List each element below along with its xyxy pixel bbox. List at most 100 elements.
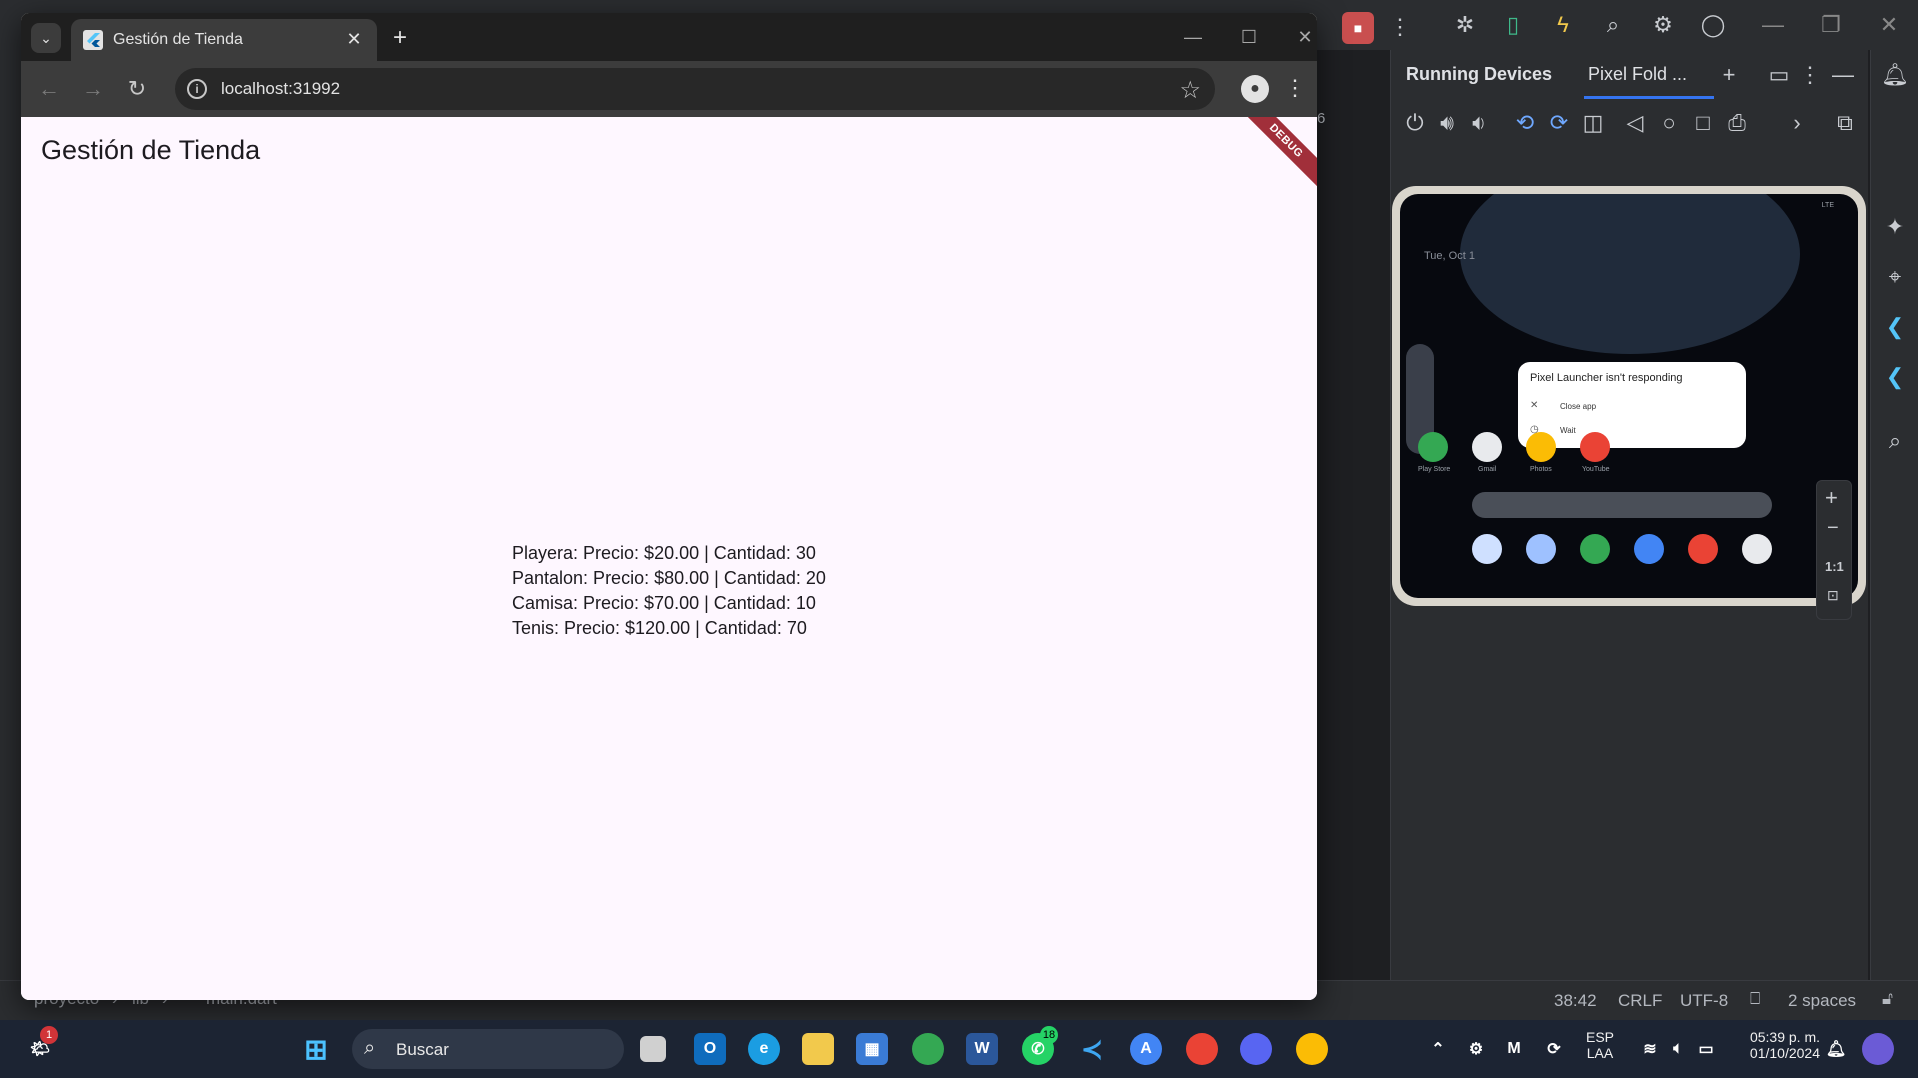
taskbar-search[interactable]: ⌕ Buscar	[352, 1029, 624, 1069]
power-icon[interactable]: ⏻	[1402, 110, 1428, 136]
cursor-position[interactable]: 38:42	[1554, 991, 1597, 1011]
line-separator[interactable]: CRLF	[1618, 991, 1662, 1011]
device-manager-icon[interactable]: ▯	[1500, 12, 1526, 38]
volume-down-icon[interactable]: 🔉︎	[1466, 110, 1492, 136]
flutter-performance-icon[interactable]: ❮	[1882, 364, 1908, 390]
volume-up-icon[interactable]: 🔊︎	[1434, 110, 1460, 136]
photos-icon[interactable]	[1526, 432, 1556, 462]
zoom-out-icon[interactable]: −	[1827, 517, 1839, 540]
forward-arrow-icon[interactable]: →	[79, 75, 107, 103]
bookmark-star-icon[interactable]: ☆	[1179, 76, 1201, 105]
chrome-profile-icon[interactable]	[1186, 1033, 1218, 1065]
ide-restore-icon[interactable]: ❐	[1818, 12, 1844, 38]
debug-icon[interactable]: ✲	[1452, 12, 1478, 38]
youtube-icon[interactable]	[1580, 432, 1610, 462]
start-menu-icon[interactable]: ⊞	[300, 1033, 332, 1065]
hot-reload-icon[interactable]: ϟ	[1550, 12, 1576, 38]
device-tab[interactable]: Pixel Fold ...	[1588, 64, 1687, 85]
stop-icon[interactable]: ■	[1342, 12, 1374, 44]
inspector-icon[interactable]: ⌖	[1882, 264, 1908, 290]
gemini-icon[interactable]: ✦	[1882, 214, 1908, 240]
close-tab-icon[interactable]: ✕	[343, 28, 365, 50]
notification-bell-icon[interactable]: 🔔︎	[1820, 1033, 1852, 1065]
fold-icon[interactable]: ◫	[1580, 110, 1606, 136]
wait-option[interactable]: Wait	[1560, 426, 1576, 435]
play-icon[interactable]	[1634, 534, 1664, 564]
indent-setting[interactable]: 2 spaces	[1788, 991, 1856, 1011]
tab-search-button[interactable]: ⌄	[31, 23, 61, 53]
active-tab[interactable]: Gestión de Tienda ✕	[71, 19, 377, 61]
device-search-bar[interactable]	[1472, 492, 1772, 518]
zoom-fit-icon[interactable]: ⊡	[1827, 587, 1839, 604]
add-device-icon[interactable]: +	[1716, 62, 1742, 88]
android-studio-icon[interactable]: A	[1130, 1033, 1162, 1065]
language-indicator[interactable]: ESP LAA	[1584, 1029, 1616, 1061]
youtube-dock-icon[interactable]	[1688, 534, 1718, 564]
readonly-icon[interactable]: ⎕	[1750, 989, 1760, 1009]
browser-menu-icon[interactable]: ⋮	[1284, 73, 1306, 103]
clock[interactable]: 05:39 p. m. 01/10/2024	[1724, 1029, 1820, 1061]
maximize-icon[interactable]: ☐	[1229, 23, 1269, 51]
battery-icon[interactable]: ▭	[1690, 1033, 1722, 1065]
site-info-icon[interactable]: i	[187, 79, 207, 99]
back-arrow-icon[interactable]: ←	[35, 75, 63, 103]
device-explorer-icon[interactable]: ⌕	[1882, 428, 1908, 454]
back-icon[interactable]: ◁	[1622, 110, 1648, 136]
close-window-icon[interactable]: ✕	[1285, 23, 1317, 51]
app-label-gmail: Gmail	[1478, 466, 1497, 473]
account-icon[interactable]: ◯	[1700, 12, 1726, 38]
play-store-icon[interactable]	[1418, 432, 1448, 462]
zoom-in-icon[interactable]: +	[1825, 485, 1838, 511]
close-app-option[interactable]: Close app	[1560, 402, 1596, 411]
rotate-left-icon[interactable]: ⟲	[1512, 110, 1538, 136]
settings-icon[interactable]: ⚙	[1650, 12, 1676, 38]
notifications-icon[interactable]: 🔔︎	[1881, 62, 1909, 88]
snapshot-icon[interactable]: ⎙	[1724, 110, 1750, 136]
outlook-icon[interactable]: O	[694, 1033, 726, 1065]
copilot-icon[interactable]	[1862, 1033, 1894, 1065]
more-options-icon[interactable]: ⋮	[1387, 14, 1413, 40]
file-explorer-icon[interactable]	[802, 1033, 834, 1065]
gmail-dock-icon[interactable]	[1742, 534, 1772, 564]
app-label-photos: Photos	[1530, 466, 1552, 473]
microsoft-store-icon[interactable]: ▦	[856, 1033, 888, 1065]
show-hidden-icons[interactable]: ⌃	[1422, 1033, 1454, 1065]
chrome-icon[interactable]	[1580, 534, 1610, 564]
device-screen[interactable]: LTE Tue, Oct 1 Pixel Launcher isn't resp…	[1400, 194, 1858, 598]
lock-icon[interactable]: 🔓︎	[1882, 989, 1893, 1009]
ide-minimize-icon[interactable]: —	[1760, 12, 1786, 38]
tray-app-icon[interactable]: ⚙	[1460, 1033, 1492, 1065]
chrome-taskbar-icon[interactable]	[912, 1033, 944, 1065]
overview-icon[interactable]: □	[1690, 110, 1716, 136]
address-bar[interactable]: i localhost:31992 ☆	[175, 68, 1215, 110]
tray-inbox-icon[interactable]: M	[1498, 1033, 1530, 1065]
vscode-icon[interactable]: ≺	[1076, 1033, 1108, 1065]
gmail-icon[interactable]	[1472, 432, 1502, 462]
task-view-icon[interactable]	[640, 1036, 666, 1062]
flutter-inspector-icon[interactable]: ❮	[1882, 314, 1908, 340]
messages-icon[interactable]	[1526, 534, 1556, 564]
zoom-actual-size[interactable]: 1:1	[1825, 559, 1844, 574]
mirror-icon[interactable]: ⧉	[1832, 110, 1858, 136]
reload-icon[interactable]: ↻	[123, 75, 151, 103]
profile-avatar-icon[interactable]: ●	[1241, 75, 1269, 103]
edge-icon[interactable]: e	[748, 1033, 780, 1065]
search-icon[interactable]: ⌕	[1600, 12, 1626, 38]
rotate-right-icon[interactable]: ⟳	[1546, 110, 1572, 136]
panel-hide-icon[interactable]: —	[1830, 62, 1856, 88]
expand-icon[interactable]: ›	[1784, 110, 1810, 136]
word-icon[interactable]: W	[966, 1033, 998, 1065]
discord-icon[interactable]	[1240, 1033, 1272, 1065]
phone-icon[interactable]	[1472, 534, 1502, 564]
panel-layout-icon[interactable]: ▭	[1766, 62, 1792, 88]
tray-sync-icon[interactable]: ⟳	[1538, 1033, 1570, 1065]
chrome-active-icon[interactable]	[1296, 1033, 1328, 1065]
new-tab-icon[interactable]: +	[387, 24, 413, 51]
minimize-icon[interactable]: —	[1173, 23, 1213, 51]
ide-close-icon[interactable]: ✕	[1876, 12, 1902, 38]
file-encoding[interactable]: UTF-8	[1680, 991, 1728, 1011]
panel-options-icon[interactable]: ⋮	[1797, 62, 1823, 88]
page-title: Gestión de Tienda	[41, 135, 261, 165]
home-icon[interactable]: ○	[1656, 110, 1682, 136]
url-text[interactable]: localhost:31992	[221, 79, 340, 99]
